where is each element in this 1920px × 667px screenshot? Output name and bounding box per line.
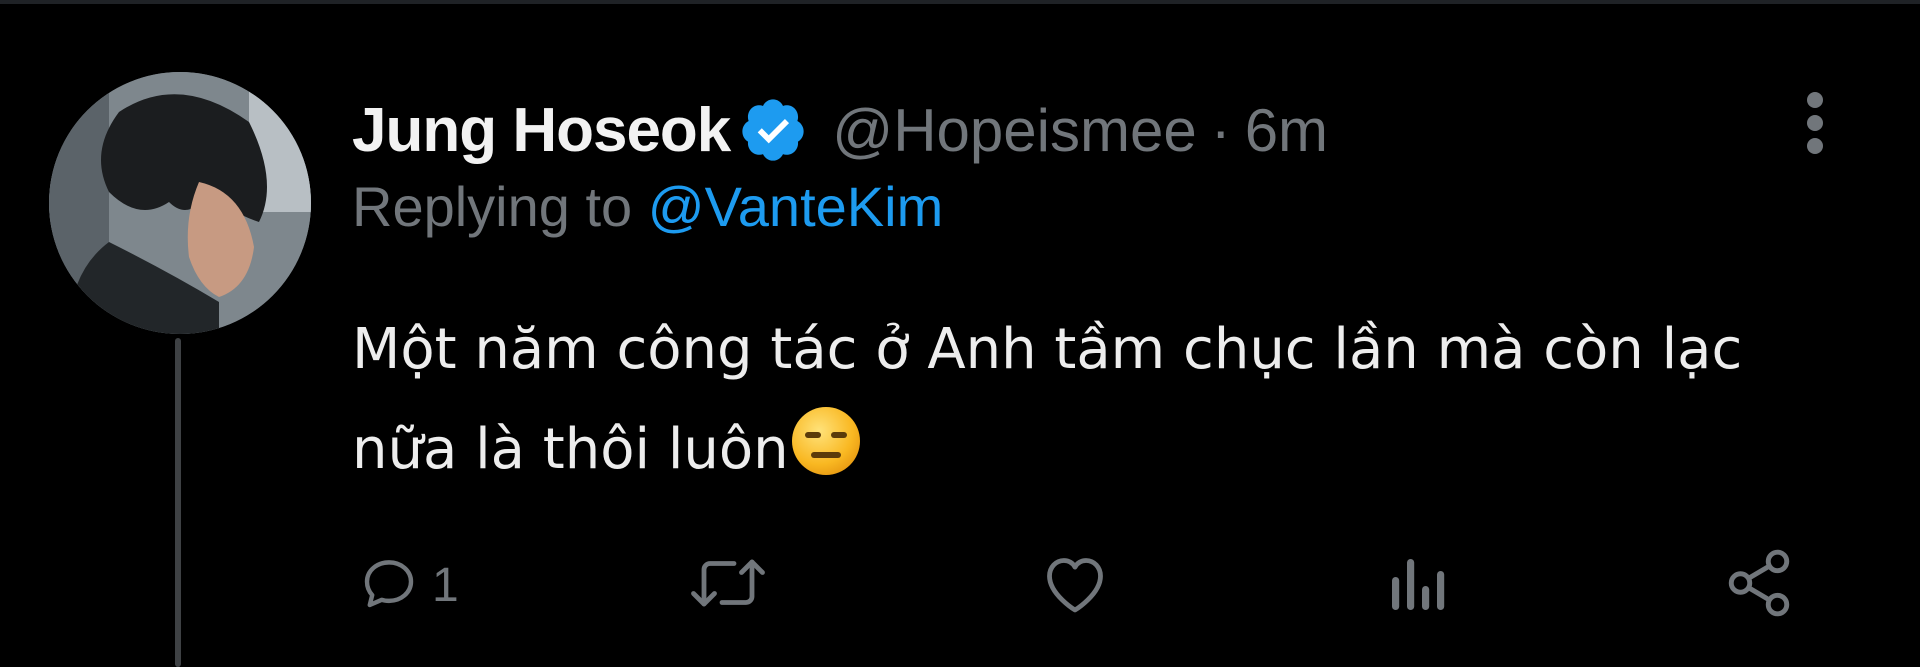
reply-button[interactable]: 1 [356, 540, 459, 630]
tweet-body: Một năm công tác ở Anh tầm chục lần mà c… [352, 300, 1852, 500]
retweet-icon [686, 550, 770, 621]
views-button[interactable] [1384, 540, 1448, 630]
retweet-button[interactable] [686, 540, 770, 630]
heart-icon [1038, 550, 1112, 621]
expressionless-face-emoji-icon [789, 404, 863, 478]
more-dot [1807, 115, 1823, 131]
author-handle[interactable]: @Hopeismee [832, 96, 1196, 165]
replying-to-mention[interactable]: @VanteKim [648, 175, 943, 238]
avatar-photo [49, 72, 311, 334]
author-name[interactable]: Jung Hoseok [352, 95, 731, 166]
tweet-text-line: Một năm công tác ở Anh tầm chục lần mà c… [352, 317, 1743, 382]
more-options-icon[interactable] [1790, 88, 1840, 158]
tweet-actions-bar: 1 [0, 540, 1920, 630]
header-separator: · [1210, 96, 1231, 164]
tweet-header: Jung Hoseok @Hopeismee · 6m [352, 88, 1328, 172]
like-button[interactable] [1038, 540, 1112, 630]
share-button[interactable] [1722, 540, 1796, 630]
tweet-text-line: nữa là thôi luôn [352, 400, 1852, 500]
replying-to-line: Replying to @VanteKim [352, 174, 943, 239]
replying-prefix: Replying to [352, 175, 633, 238]
tweet-timestamp[interactable]: 6m [1245, 96, 1328, 165]
share-icon [1722, 546, 1796, 625]
views-chart-icon [1384, 550, 1448, 621]
tweet-text-fragment: nữa là thôi luôn [352, 417, 789, 482]
more-dot [1807, 138, 1823, 154]
more-dot [1807, 92, 1823, 108]
top-divider [0, 0, 1920, 4]
verified-badge-icon [738, 95, 808, 165]
comment-icon [356, 550, 422, 621]
avatar[interactable] [49, 72, 311, 334]
reply-count: 1 [432, 558, 459, 612]
